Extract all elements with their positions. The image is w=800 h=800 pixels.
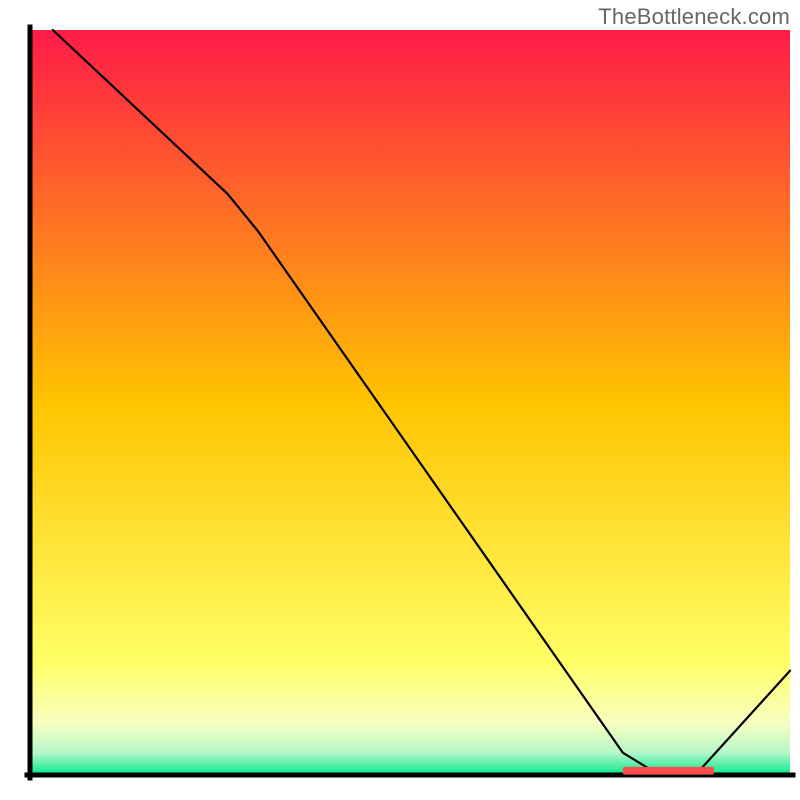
bottleneck-chart — [0, 0, 800, 800]
watermark-label: TheBottleneck.com — [598, 4, 790, 30]
chart-container: TheBottleneck.com — [0, 0, 800, 800]
chart-background — [30, 30, 790, 775]
threshold-strip — [623, 767, 714, 775]
